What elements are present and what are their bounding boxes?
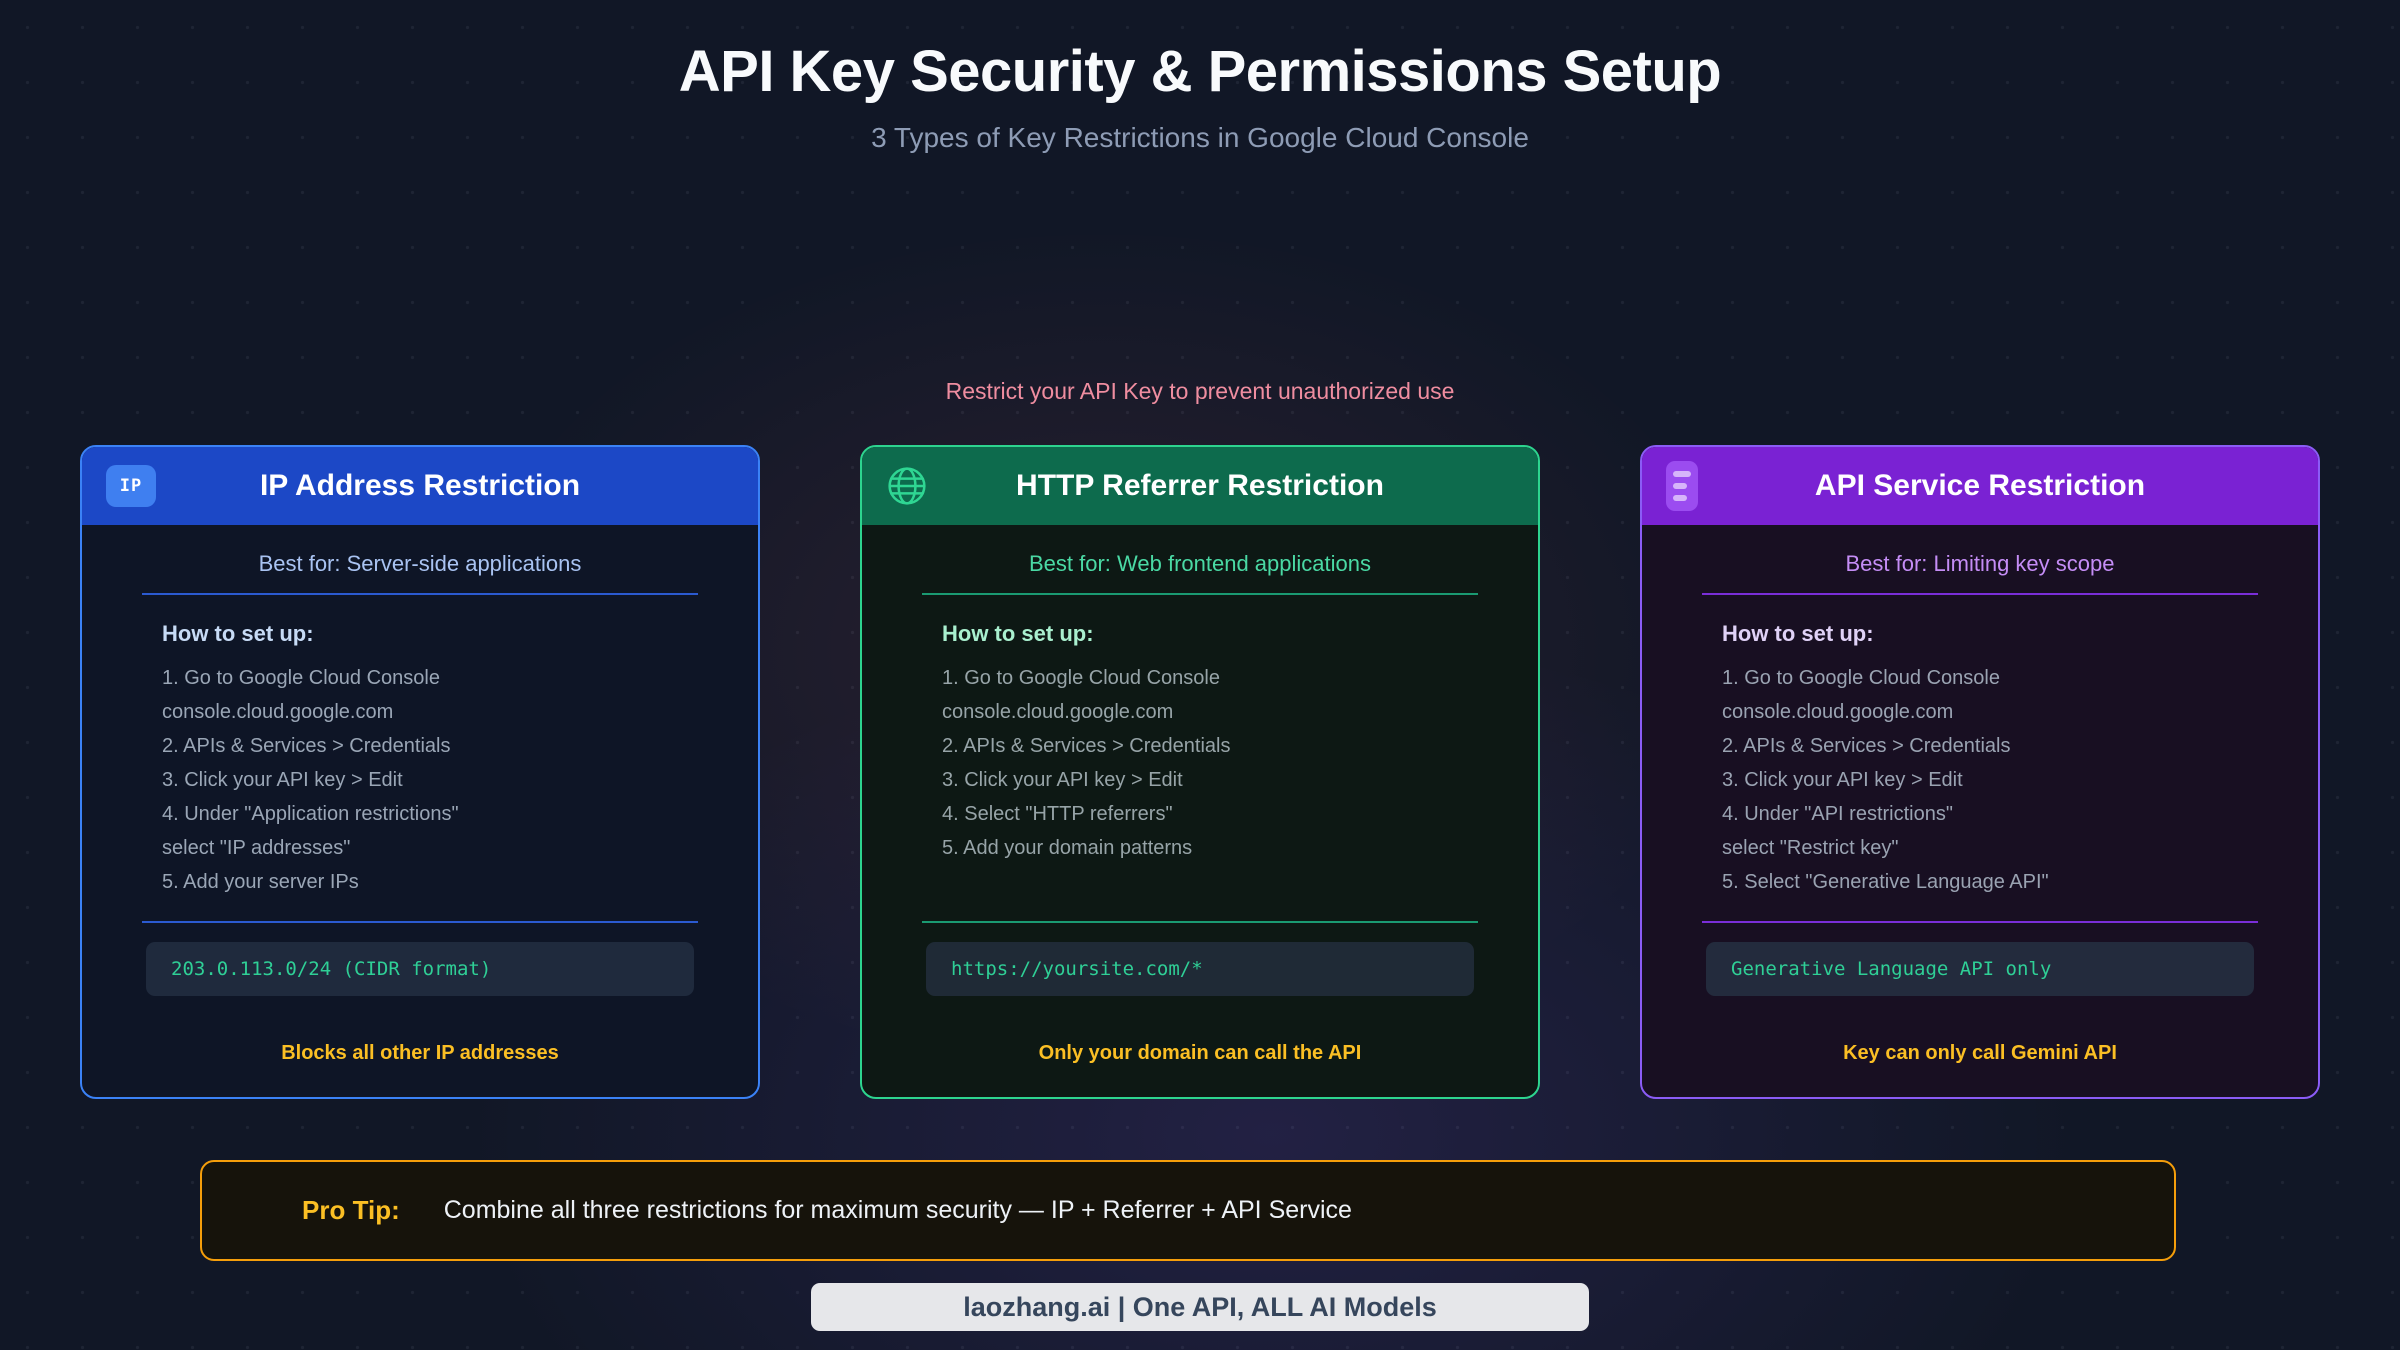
card-title: API Service Restriction <box>1815 469 2145 503</box>
card-note: Blocks all other IP addresses <box>82 1042 758 1065</box>
divider <box>1702 921 2258 923</box>
restriction-cards-row: IP IP Address Restriction Best for: Serv… <box>80 445 2320 1099</box>
setup-steps: 1. Go to Google Cloud Consoleconsole.clo… <box>942 661 1498 865</box>
list-badge-icon <box>1666 461 1698 511</box>
howto-label: How to set up: <box>942 621 1538 647</box>
code-example-box: 203.0.113.0/24 (CIDR format) <box>146 942 694 996</box>
howto-label: How to set up: <box>162 621 758 647</box>
divider <box>142 921 698 923</box>
card-icon-area <box>886 447 928 525</box>
setup-step: console.cloud.google.com <box>1722 695 2278 729</box>
card-header: IP IP Address Restriction <box>82 447 758 525</box>
list-bar <box>1673 483 1687 489</box>
setup-step: 4. Under "API restrictions" <box>1722 797 2278 831</box>
security-tagline: Restrict your API Key to prevent unautho… <box>0 378 2400 405</box>
card-title: HTTP Referrer Restriction <box>1016 469 1384 503</box>
card-title: IP Address Restriction <box>260 469 580 503</box>
card-note: Key can only call Gemini API <box>1642 1042 2318 1065</box>
setup-step: console.cloud.google.com <box>942 695 1498 729</box>
setup-step: 2. APIs & Services > Credentials <box>1722 729 2278 763</box>
setup-step: 4. Select "HTTP referrers" <box>942 797 1498 831</box>
card-api-service-restriction: API Service Restriction Best for: Limiti… <box>1640 445 2320 1099</box>
brand-badge: laozhang.ai | One API, ALL AI Models <box>811 1283 1589 1331</box>
setup-step: console.cloud.google.com <box>162 695 718 729</box>
card-header: HTTP Referrer Restriction <box>862 447 1538 525</box>
card-icon-area <box>1666 447 1698 525</box>
setup-step: select "Restrict key" <box>1722 831 2278 865</box>
ip-badge-label: IP <box>120 476 142 496</box>
setup-step: 4. Under "Application restrictions" <box>162 797 718 831</box>
divider <box>1702 593 2258 595</box>
page-title: API Key Security & Permissions Setup <box>0 38 2400 105</box>
card-bottom: Generative Language API only Key can onl… <box>1642 921 2318 1097</box>
card-icon-area: IP <box>106 447 156 525</box>
setup-steps: 1. Go to Google Cloud Consoleconsole.clo… <box>162 661 718 899</box>
code-example-box: Generative Language API only <box>1706 942 2254 996</box>
setup-step: 1. Go to Google Cloud Console <box>942 661 1498 695</box>
code-example-text: Generative Language API only <box>1731 958 2051 980</box>
setup-step: 3. Click your API key > Edit <box>942 763 1498 797</box>
setup-step: 1. Go to Google Cloud Console <box>162 661 718 695</box>
setup-step: 2. APIs & Services > Credentials <box>162 729 718 763</box>
code-example-text: 203.0.113.0/24 (CIDR format) <box>171 958 491 980</box>
ip-badge-icon: IP <box>106 465 156 507</box>
best-for-text: Best for: Server-side applications <box>82 551 758 577</box>
setup-step: select "IP addresses" <box>162 831 718 865</box>
setup-step: 1. Go to Google Cloud Console <box>1722 661 2278 695</box>
card-bottom: https://yoursite.com/* Only your domain … <box>862 921 1538 1097</box>
card-bottom: 203.0.113.0/24 (CIDR format) Blocks all … <box>82 921 758 1097</box>
divider <box>922 921 1478 923</box>
setup-step: 5. Add your server IPs <box>162 865 718 899</box>
setup-step: 5. Add your domain patterns <box>942 831 1498 865</box>
pro-tip-bar: Pro Tip: Combine all three restrictions … <box>200 1160 2176 1261</box>
setup-step: 2. APIs & Services > Credentials <box>942 729 1498 763</box>
infographic-page: API Key Security & Permissions Setup 3 T… <box>0 0 2400 1350</box>
pro-tip-text: Combine all three restrictions for maxim… <box>444 1196 1352 1225</box>
list-bar <box>1673 495 1687 501</box>
list-bar <box>1673 471 1691 477</box>
page-subtitle: 3 Types of Key Restrictions in Google Cl… <box>0 122 2400 154</box>
pro-tip-label: Pro Tip: <box>302 1195 400 1226</box>
divider <box>142 593 698 595</box>
card-ip-address-restriction: IP IP Address Restriction Best for: Serv… <box>80 445 760 1099</box>
card-note: Only your domain can call the API <box>862 1042 1538 1065</box>
setup-step: 3. Click your API key > Edit <box>162 763 718 797</box>
brand-badge-text: laozhang.ai | One API, ALL AI Models <box>963 1292 1437 1323</box>
setup-steps: 1. Go to Google Cloud Consoleconsole.clo… <box>1722 661 2278 899</box>
best-for-text: Best for: Web frontend applications <box>862 551 1538 577</box>
howto-label: How to set up: <box>1722 621 2318 647</box>
card-header: API Service Restriction <box>1642 447 2318 525</box>
best-for-text: Best for: Limiting key scope <box>1642 551 2318 577</box>
code-example-text: https://yoursite.com/* <box>951 958 1203 980</box>
globe-icon <box>886 465 928 507</box>
card-http-referrer-restriction: HTTP Referrer Restriction Best for: Web … <box>860 445 1540 1099</box>
divider <box>922 593 1478 595</box>
setup-step: 5. Select "Generative Language API" <box>1722 865 2278 899</box>
code-example-box: https://yoursite.com/* <box>926 942 1474 996</box>
setup-step: 3. Click your API key > Edit <box>1722 763 2278 797</box>
